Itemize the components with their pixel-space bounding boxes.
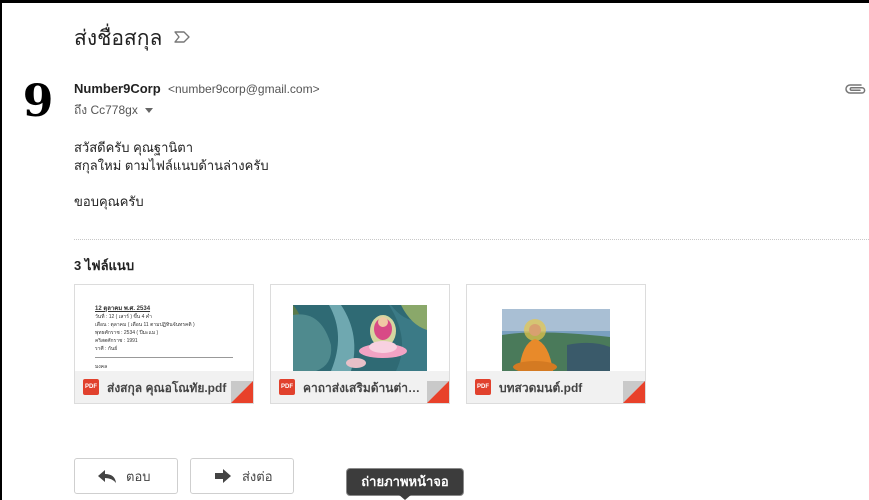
attachment-footer: PDF บทสวดมนต์.pdf (467, 371, 645, 403)
attachment-card[interactable]: PDF คาถาส่งเสริมด้านต่างๆ.pdf (270, 284, 450, 404)
document-preview: 12 ตุลาคม พ.ศ. 2534 วันที่ : 12 ( เสาร์ … (95, 305, 235, 371)
attachment-footer: PDF คาถาส่งเสริมด้านต่างๆ.pdf (271, 371, 449, 403)
recipient-label: ถึง Cc778gx (74, 103, 138, 117)
tooltip-pointer (398, 494, 412, 500)
reply-arrow-icon (98, 470, 116, 483)
recipient-dropdown[interactable]: ถึง Cc778gx (74, 101, 153, 120)
body-message: สกุลใหม่ ตามไฟล์แนบด้านล่างครับ (74, 158, 269, 173)
chevron-down-icon (144, 108, 153, 113)
forward-arrow-icon (215, 469, 231, 483)
paperclip-icon (845, 84, 866, 94)
attachment-count: 3 ไฟล์แนบ (74, 258, 135, 273)
top-border (0, 0, 869, 3)
sender-avatar: 9 (23, 78, 54, 122)
pdf-corner-icon (623, 381, 645, 403)
attachment-thumbnail (271, 285, 449, 371)
attachment-card[interactable]: PDF บทสวดมนต์.pdf (466, 284, 646, 404)
sender-name[interactable]: Number9Corp (74, 81, 161, 96)
attachment-thumbnail (467, 285, 645, 371)
body-thanks: ขอบคุณครับ (74, 194, 144, 209)
pdf-corner-icon (427, 381, 449, 403)
screenshot-tooltip: ถ่ายภาพหน้าจอ (346, 468, 464, 496)
reply-button[interactable]: ตอบ (74, 458, 178, 494)
attachment-filename: บทสวดมนต์.pdf (499, 381, 583, 395)
pdf-icon: PDF (279, 379, 295, 395)
svg-text:9: 9 (23, 78, 54, 122)
reply-label: ตอบ (126, 468, 151, 484)
pdf-icon: PDF (475, 379, 491, 395)
forward-button[interactable]: ส่งต่อ (190, 458, 294, 494)
left-border (0, 0, 2, 500)
attachment-card[interactable]: 12 ตุลาคม พ.ศ. 2534 วันที่ : 12 ( เสาร์ … (74, 284, 254, 404)
pdf-corner-icon (231, 381, 253, 403)
attachment-footer: PDF ส่งสกุล คุณอโณทัย.pdf (75, 371, 253, 403)
pdf-icon: PDF (83, 379, 99, 395)
attachment-thumbnail: 12 ตุลาคม พ.ศ. 2534 วันที่ : 12 ( เสาร์ … (75, 285, 253, 371)
attachment-filename: ส่งสกุล คุณอโณทัย.pdf (107, 381, 227, 395)
email-subject: ส่งชื่อสกุล (74, 27, 163, 50)
label-tag-icon[interactable] (173, 29, 191, 45)
attachments-divider (74, 239, 869, 240)
meditation-painting-image (271, 285, 449, 371)
buddha-painting-image (467, 285, 645, 371)
forward-label: ส่งต่อ (242, 468, 273, 484)
sender-email: <number9corp@gmail.com> (168, 82, 320, 96)
attachment-filename: คาถาส่งเสริมด้านต่างๆ.pdf (303, 381, 423, 395)
